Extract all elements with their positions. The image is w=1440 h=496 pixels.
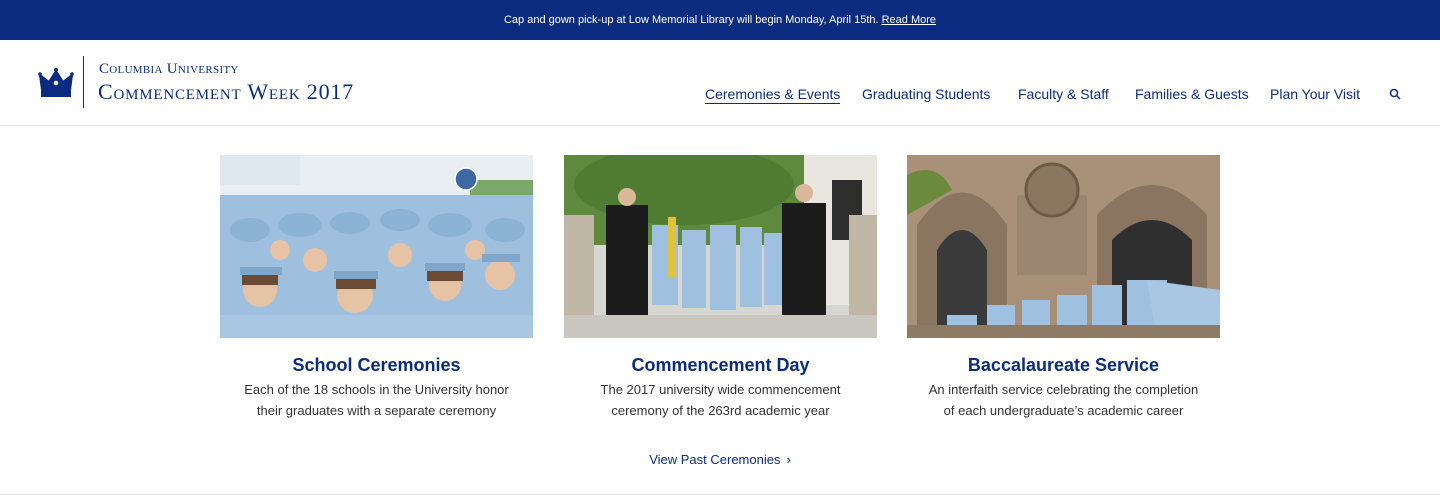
announcement-text: Cap and gown pick-up at Low Memorial Lib…: [503, 14, 879, 26]
card-description: An interfaith service celebrating the co…: [907, 379, 1220, 421]
card-baccalaureate-service[interactable]: Baccalaureate Service An interfaith serv…: [907, 155, 1220, 421]
search-icon[interactable]: [1389, 88, 1401, 100]
site-header: Columbia University Commencement Week 20…: [0, 40, 1440, 126]
university-name[interactable]: Columbia University: [99, 61, 239, 78]
card-description-line: of each undergraduate’s academic career: [943, 403, 1184, 418]
announcement-bar: Cap and gown pick-up at Low Memorial Lib…: [0, 0, 1440, 40]
nav-graduating-students[interactable]: Graduating Students: [862, 86, 990, 102]
view-past-ceremonies: View Past Ceremonies ›: [0, 452, 1440, 467]
card-description: Each of the 18 schools in the University…: [220, 379, 533, 421]
card-title[interactable]: Commencement Day: [564, 354, 877, 376]
card-commencement-day[interactable]: Commencement Day The 2017 university wid…: [564, 155, 877, 421]
read-more-link[interactable]: Read More: [882, 14, 936, 26]
nav-families-guests[interactable]: Families & Guests: [1135, 86, 1249, 102]
view-past-ceremonies-label: View Past Ceremonies: [649, 452, 781, 467]
commencement-day-photo[interactable]: [564, 155, 877, 338]
nav-plan-your-visit[interactable]: Plan Your Visit: [1270, 86, 1360, 102]
card-description-line: An interfaith service celebrating the co…: [928, 382, 1199, 397]
section-divider: [0, 494, 1440, 495]
chevron-right-icon: ›: [786, 452, 791, 467]
card-description-line: their graduates with a separate ceremony: [256, 403, 497, 418]
card-description-line: Each of the 18 schools in the University…: [244, 382, 509, 397]
main-nav: Ceremonies & Events Graduating Students …: [0, 86, 1440, 106]
card-description-line: The 2017 university wide commencement: [600, 382, 841, 397]
nav-faculty-staff[interactable]: Faculty & Staff: [1018, 86, 1109, 102]
baccalaureate-service-photo[interactable]: [907, 155, 1220, 338]
view-past-ceremonies-link[interactable]: View Past Ceremonies ›: [649, 452, 791, 467]
card-description-line: ceremony of the 263rd academic year: [611, 403, 830, 418]
card-description: The 2017 university wide commencement ce…: [564, 379, 877, 421]
card-school-ceremonies[interactable]: School Ceremonies Each of the 18 schools…: [220, 155, 533, 421]
card-title[interactable]: Baccalaureate Service: [907, 354, 1220, 376]
card-title[interactable]: School Ceremonies: [220, 354, 533, 376]
school-ceremonies-photo[interactable]: [220, 155, 533, 338]
nav-ceremonies-events[interactable]: Ceremonies & Events: [705, 86, 841, 104]
